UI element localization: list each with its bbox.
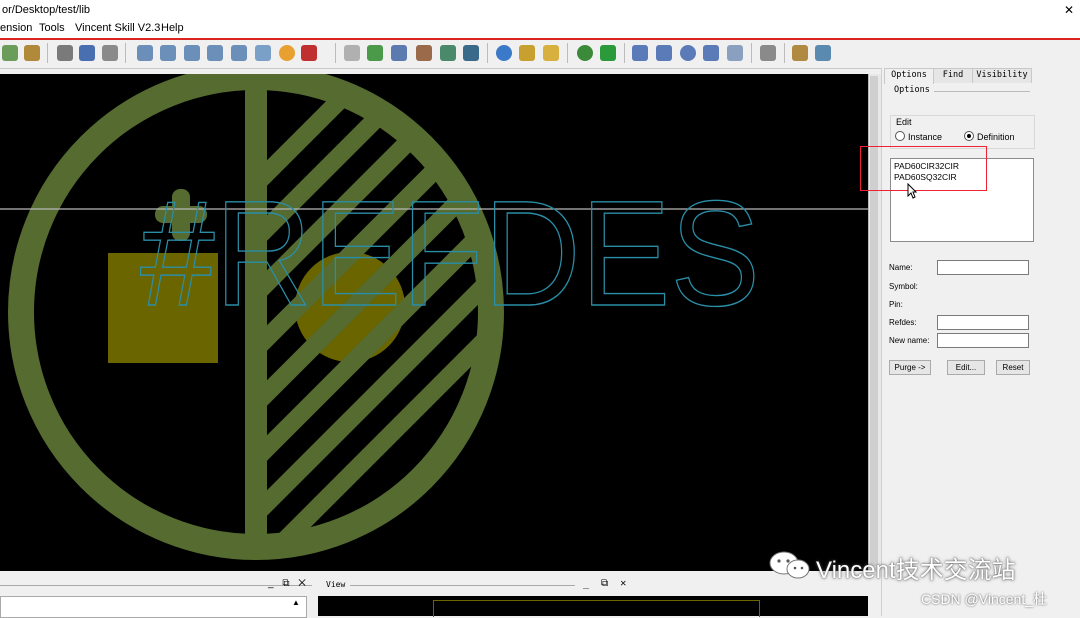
edit-button[interactable]: Edit... bbox=[947, 360, 985, 375]
radio-definition[interactable] bbox=[964, 131, 974, 141]
shadow-icon[interactable] bbox=[416, 45, 432, 61]
copy-icon[interactable] bbox=[792, 45, 808, 61]
zoom-icon[interactable] bbox=[137, 45, 153, 61]
toolbar-separator bbox=[624, 43, 625, 63]
view-window-controls[interactable]: _ ⧉ ✕ bbox=[583, 578, 629, 589]
symbol-label: Symbol: bbox=[889, 282, 918, 291]
toolbar-separator bbox=[125, 43, 126, 63]
refresh-icon[interactable] bbox=[279, 45, 295, 61]
command-pane-window-controls[interactable]: _ ⧉ ✕ bbox=[268, 578, 309, 589]
camera-icon[interactable] bbox=[760, 45, 776, 61]
panel-tabs: Options Find Visibility bbox=[882, 68, 1080, 84]
menu-bar: ension Tools Vincent Skill V2.3 Help bbox=[0, 20, 1080, 40]
tab-find[interactable]: Find bbox=[933, 68, 973, 83]
reset-button[interactable]: Reset bbox=[996, 360, 1030, 375]
csdn-watermark: CSDN @Vincent_杜 bbox=[921, 591, 1047, 607]
toolbar-separator bbox=[784, 43, 785, 63]
menu-tools[interactable]: Tools bbox=[39, 22, 65, 34]
view-extent-box bbox=[433, 600, 760, 617]
zoom-world-icon[interactable] bbox=[255, 45, 271, 61]
circle-icon[interactable] bbox=[680, 45, 696, 61]
edit-group-label: Edit bbox=[896, 117, 912, 127]
help-f1-icon[interactable] bbox=[600, 45, 616, 61]
menu-vincent-skill[interactable]: Vincent Skill V2.3 bbox=[75, 22, 160, 34]
name-field[interactable] bbox=[937, 260, 1029, 275]
world-view-pane: View _ ⧉ ✕ bbox=[318, 576, 868, 617]
grid-icon[interactable] bbox=[344, 45, 360, 61]
design-canvas[interactable]: #REFDES bbox=[0, 74, 868, 571]
layers-icon[interactable] bbox=[391, 45, 407, 61]
add-text-icon[interactable] bbox=[79, 45, 95, 61]
tab-visibility[interactable]: Visibility bbox=[972, 68, 1032, 83]
name-label: Name: bbox=[889, 263, 913, 272]
menu-extension[interactable]: ension bbox=[0, 22, 32, 34]
export-icon[interactable] bbox=[815, 45, 831, 61]
drc-icon[interactable] bbox=[577, 45, 593, 61]
add-pin-icon[interactable] bbox=[102, 45, 118, 61]
scroll-up-icon[interactable]: ▲ bbox=[292, 598, 300, 607]
color-icon[interactable] bbox=[367, 45, 383, 61]
radio-instance[interactable] bbox=[895, 131, 905, 141]
refdes-field-label: Refdes: bbox=[889, 318, 917, 327]
section-title: Options bbox=[894, 85, 930, 95]
measure-icon[interactable] bbox=[519, 45, 535, 61]
3d-view-icon[interactable] bbox=[301, 45, 317, 61]
title-bar: or/Desktop/test/lib ✕ bbox=[0, 0, 1080, 20]
display-icon[interactable] bbox=[440, 45, 456, 61]
refdes-field[interactable] bbox=[937, 315, 1029, 330]
toolbar-separator bbox=[567, 43, 568, 63]
wechat-icon bbox=[769, 551, 810, 579]
edit-group: Edit Instance Definition bbox=[890, 115, 1035, 149]
command-output[interactable] bbox=[0, 596, 307, 618]
add-line-icon[interactable] bbox=[57, 45, 73, 61]
text-size-icon[interactable] bbox=[543, 45, 559, 61]
zoom-out-icon[interactable] bbox=[207, 45, 223, 61]
toolbar-separator bbox=[751, 43, 752, 63]
zoom-fit-icon[interactable] bbox=[160, 45, 176, 61]
world-view[interactable] bbox=[318, 596, 868, 617]
select-shape-icon[interactable] bbox=[703, 45, 719, 61]
radio-instance-label: Instance bbox=[908, 132, 943, 142]
snap-pick-icon[interactable] bbox=[24, 45, 40, 61]
view-header-line bbox=[350, 585, 575, 586]
new-name-field[interactable] bbox=[937, 333, 1029, 348]
close-button[interactable]: ✕ bbox=[1058, 0, 1080, 20]
command-pane: _ ⧉ ✕ ▲ bbox=[0, 576, 312, 618]
tab-options[interactable]: Options bbox=[884, 68, 934, 84]
assign-color-icon[interactable] bbox=[463, 45, 479, 61]
new-name-label: New name: bbox=[889, 336, 930, 345]
window-title: or/Desktop/test/lib bbox=[2, 4, 91, 16]
rectangle-icon[interactable] bbox=[656, 45, 672, 61]
pin-label: Pin: bbox=[889, 300, 903, 309]
toolbar bbox=[0, 40, 1080, 69]
menu-help[interactable]: Help bbox=[161, 22, 184, 34]
info-icon[interactable] bbox=[496, 45, 512, 61]
purge-button[interactable]: Purge -> bbox=[889, 360, 931, 375]
snap-icon[interactable] bbox=[2, 45, 18, 61]
watermark-text: Vincent技术交流站 bbox=[816, 557, 1016, 584]
bottom-area: _ ⧉ ✕ ▲ View _ ⧉ ✕ bbox=[0, 576, 868, 618]
radio-definition-label: Definition bbox=[977, 132, 1015, 142]
mouse-cursor-icon bbox=[907, 183, 917, 199]
void-icon[interactable] bbox=[727, 45, 743, 61]
toolbar-separator bbox=[487, 43, 488, 63]
pane-header-line bbox=[0, 585, 312, 586]
zoom-in-icon[interactable] bbox=[184, 45, 200, 61]
zoom-previous-icon[interactable] bbox=[231, 45, 247, 61]
toolbar-separator bbox=[335, 43, 336, 63]
toolbar-separator bbox=[47, 43, 48, 63]
shape-icon[interactable] bbox=[632, 45, 648, 61]
refdes-label: #REFDES bbox=[140, 169, 760, 337]
highlight-box bbox=[860, 146, 987, 191]
footprint-drawing: #REFDES bbox=[0, 74, 868, 560]
view-title: View bbox=[326, 580, 346, 589]
divider bbox=[934, 91, 1030, 92]
